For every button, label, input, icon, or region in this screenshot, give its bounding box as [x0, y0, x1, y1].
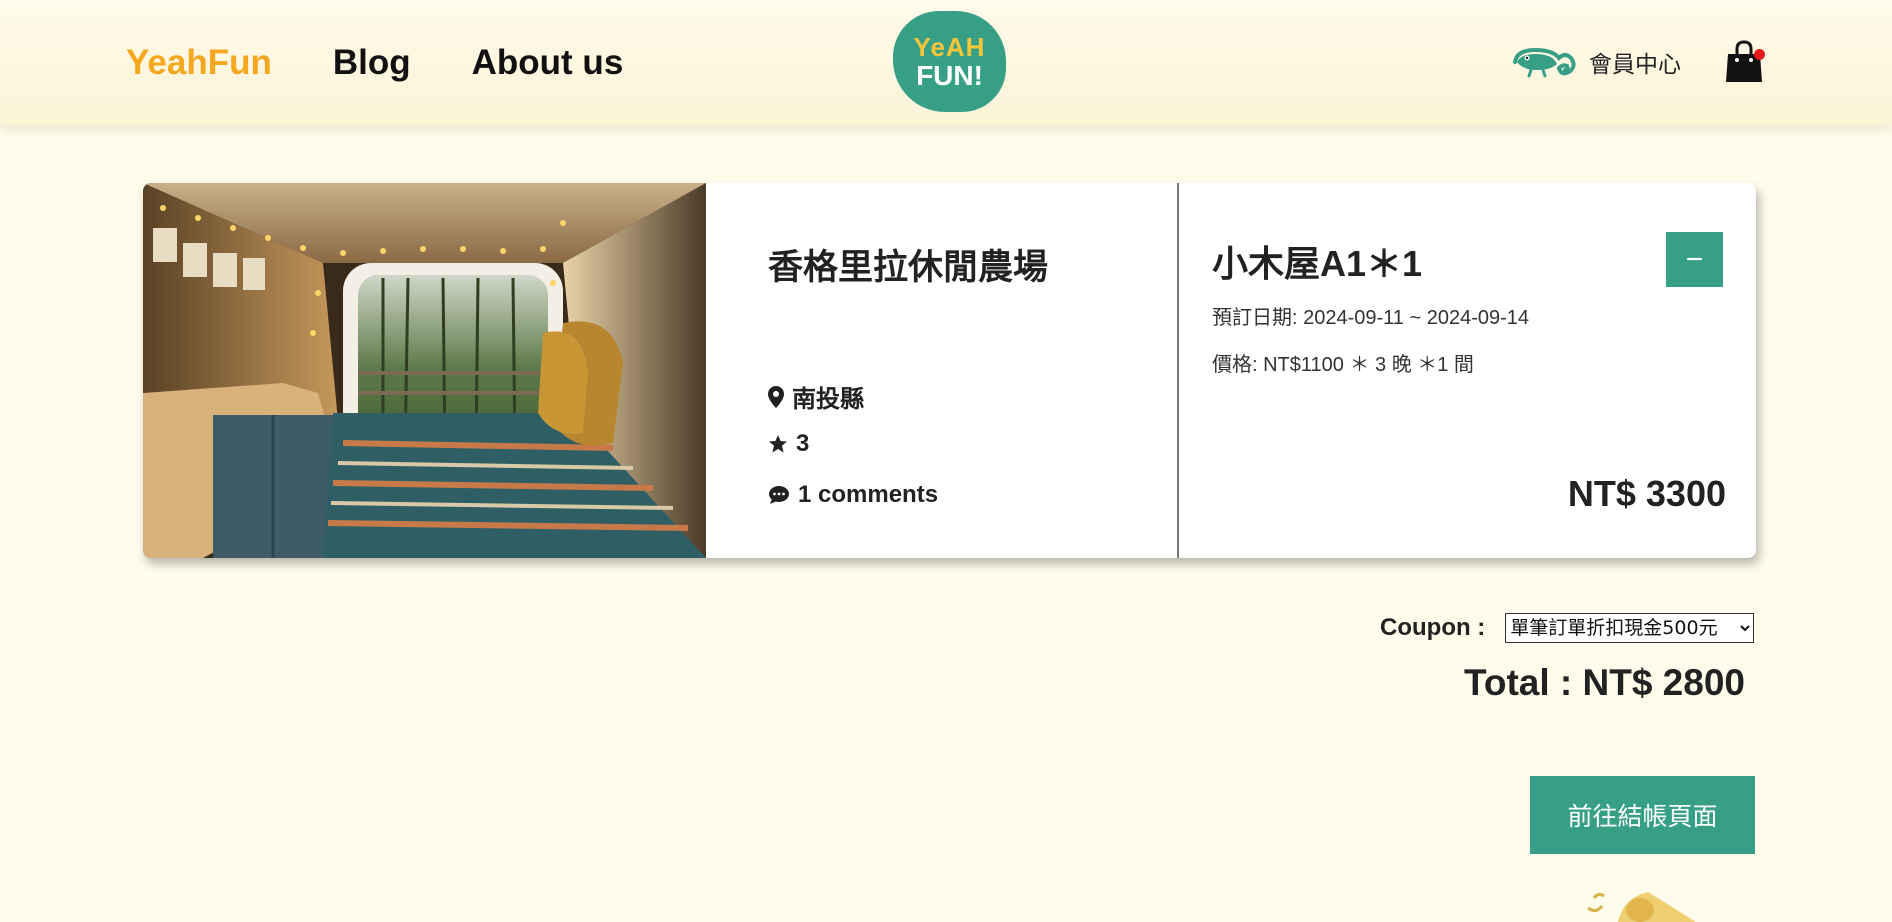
- map-pin-icon: [768, 385, 784, 408]
- order-total: Total : NT$ 2800: [1463, 662, 1745, 703]
- location-row: 南投縣: [768, 379, 864, 414]
- shopping-bag-icon: [1726, 40, 1762, 82]
- room-name: 小木屋A1＊1: [1212, 243, 1423, 284]
- chameleon-icon: [1513, 47, 1576, 78]
- price-detail: 價格: NT$1100 ＊ 3 晚 ＊1 間: [1212, 354, 1474, 376]
- logo-text-top: YeAH: [913, 31, 986, 62]
- coupon-label: Coupon :: [1380, 614, 1486, 641]
- comment-icon: [769, 486, 789, 504]
- cart-notification-dot: [1754, 49, 1765, 60]
- rating-value: 3: [796, 430, 810, 457]
- star-icon: [769, 435, 787, 453]
- megaphone-decoration-icon: [1587, 892, 1696, 922]
- coupon-row: Coupon : 單筆訂單折扣現金500元: [1380, 613, 1755, 643]
- booking-dates: 預訂日期: 2024-09-11 ~ 2024-09-14: [1212, 307, 1530, 329]
- main-nav: YeahFun Blog About us: [126, 0, 623, 125]
- campervan-interior-image: [143, 183, 706, 558]
- nav-home-link[interactable]: YeahFun: [126, 43, 272, 83]
- coupon-select[interactable]: 單筆訂單折扣現金500元: [1505, 613, 1755, 643]
- member-center-label: 會員中心: [1589, 51, 1681, 77]
- nav-about-link[interactable]: About us: [472, 43, 624, 83]
- location-text: 南投縣: [792, 386, 864, 413]
- item-subtotal: NT$ 3300: [1567, 473, 1726, 514]
- rating-row: 3: [768, 430, 809, 458]
- comments-row: 1 comments: [768, 481, 938, 509]
- cart-item-card: 香格里拉休閒農場 南投縣 3 1 comments 小木屋A1＊1 − 預訂日期…: [143, 183, 1756, 558]
- site-logo[interactable]: YeAH FUN!: [893, 11, 1006, 112]
- campsite-info: 香格里拉休閒農場 南投縣 3 1 comments: [706, 183, 1179, 558]
- remove-item-button[interactable]: −: [1666, 232, 1723, 287]
- site-header: YeahFun Blog About us YeAH FUN! 會員中心: [0, 0, 1892, 125]
- campsite-photo: [143, 183, 706, 558]
- comments-count: 1 comments: [798, 481, 939, 508]
- nav-blog-link[interactable]: Blog: [333, 43, 411, 83]
- campsite-name[interactable]: 香格里拉休閒農場: [768, 239, 1048, 290]
- checkout-button[interactable]: 前往結帳頁面: [1530, 776, 1755, 854]
- cart-button[interactable]: [1725, 40, 1765, 84]
- logo-text-bottom: FUN!: [916, 59, 983, 91]
- member-center-link[interactable]: 會員中心: [1513, 40, 1681, 84]
- booking-details: 小木屋A1＊1 − 預訂日期: 2024-09-11 ~ 2024-09-14 …: [1179, 183, 1756, 558]
